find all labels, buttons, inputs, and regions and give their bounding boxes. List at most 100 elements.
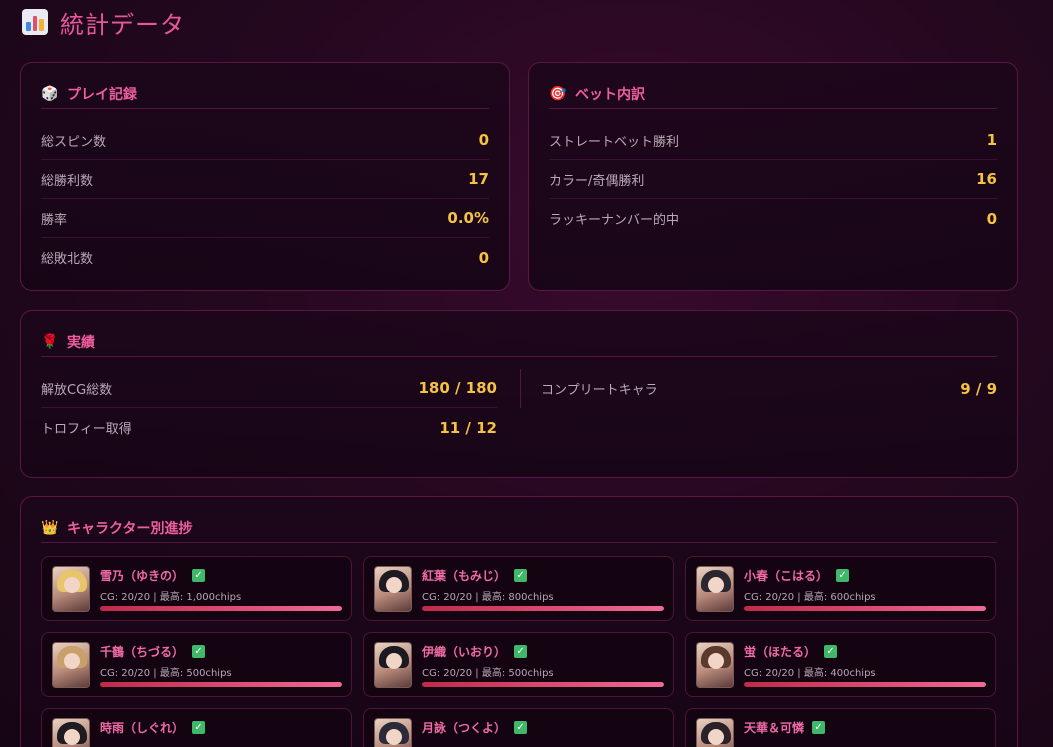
character-avatar xyxy=(696,718,734,747)
play-record-title: プレイ記録 xyxy=(67,86,137,103)
character-card[interactable]: 紅葉（もみじ） ✓ CG: 20/20 | 最高: 800chips xyxy=(363,556,674,621)
character-card[interactable]: 月詠（つくよ） ✓ xyxy=(363,708,674,747)
stat-label: ラッキーナンバー的中 xyxy=(549,213,680,228)
character-avatar xyxy=(374,642,412,688)
stat-value: 9 / 9 xyxy=(960,379,997,398)
character-name: 月詠（つくよ） xyxy=(422,720,507,735)
character-name-row: 蛍（ほたる） ✓ xyxy=(744,642,838,660)
character-progress-card: 👑 キャラクター別進捗 雪乃（ゆきの） ✓ CG: 20/20 | 最高: 1,00… xyxy=(20,496,1018,747)
stat-row-win-rate: 勝率 0.0% xyxy=(41,199,489,238)
stat-value: 11 / 12 xyxy=(439,418,497,437)
stat-row-total-wins: 総勝利数 17 xyxy=(41,160,489,199)
stat-row-straight-bet-wins: ストレートベット勝利 1 xyxy=(549,121,997,160)
stat-value: 180 / 180 xyxy=(418,379,497,397)
avatar-face xyxy=(708,729,724,745)
character-name-row: 小春（こはる） ✓ xyxy=(744,566,850,584)
stat-value: 17 xyxy=(468,170,489,188)
character-progress-title: キャラクター別進捗 xyxy=(67,520,193,537)
stat-label: 総敗北数 xyxy=(41,252,94,267)
character-avatar xyxy=(374,718,412,747)
character-stats: CG: 20/20 | 最高: 800chips xyxy=(422,592,554,603)
stat-value: 0 xyxy=(986,209,997,228)
complete-check-icon: ✓ xyxy=(192,644,206,658)
play-record-card: 🎲 プレイ記録 総スピン数 0 総勝利数 17 勝率 0.0% 総敗北数 0 xyxy=(20,62,510,291)
character-name-row: 時雨（しぐれ） ✓ xyxy=(100,718,206,736)
stat-label: 解放CG総数 xyxy=(41,382,113,398)
character-name-row: 伊織（いおり） ✓ xyxy=(422,642,528,660)
character-name: 雪乃（ゆきの） xyxy=(100,568,185,583)
bar-chart-icon xyxy=(22,9,48,35)
character-stats: CG: 20/20 | 最高: 600chips xyxy=(744,592,876,603)
dice-icon: 🎲 xyxy=(41,85,59,102)
avatar-face xyxy=(708,653,724,669)
stat-row-total-losses: 総敗北数 0 xyxy=(41,238,489,277)
character-name-row: 雪乃（ゆきの） ✓ xyxy=(100,566,206,584)
stat-value: 0 xyxy=(478,131,489,149)
character-card[interactable]: 時雨（しぐれ） ✓ xyxy=(41,708,352,747)
character-card[interactable]: 千鶴（ちづる） ✓ CG: 20/20 | 最高: 500chips xyxy=(41,632,352,697)
progress-bar xyxy=(744,682,986,687)
stat-label: コンプリートキャラ xyxy=(541,383,658,398)
bet-breakdown-card: 🎯 ベット内訳 ストレートベット勝利 1 カラー/奇偶勝利 16 ラッキーナンバ… xyxy=(528,62,1018,291)
character-avatar xyxy=(696,566,734,612)
stat-value: 0.0% xyxy=(447,209,489,227)
progress-bar-fill xyxy=(100,606,342,611)
character-name-row: 紅葉（もみじ） ✓ xyxy=(422,566,528,584)
progress-bar xyxy=(422,682,664,687)
complete-check-icon: ✓ xyxy=(514,644,528,658)
character-card[interactable]: 小春（こはる） ✓ CG: 20/20 | 最高: 600chips xyxy=(685,556,996,621)
character-card[interactable]: 伊織（いおり） ✓ CG: 20/20 | 最高: 500chips xyxy=(363,632,674,697)
character-card[interactable]: 蛍（ほたる） ✓ CG: 20/20 | 最高: 400chips xyxy=(685,632,996,697)
character-avatar xyxy=(52,642,90,688)
stat-label: トロフィー取得 xyxy=(41,422,132,437)
rose-icon: 🌹 xyxy=(41,333,59,350)
stat-row-unlocked-cg: 解放CG総数 180 / 180 xyxy=(41,369,497,408)
character-card[interactable]: 雪乃（ゆきの） ✓ CG: 20/20 | 最高: 1,000chips xyxy=(41,556,352,621)
play-record-header: 🎲 プレイ記録 xyxy=(41,79,489,109)
stat-label: ストレートベット勝利 xyxy=(549,134,680,150)
progress-bar xyxy=(422,606,664,611)
progress-bar-fill xyxy=(100,682,342,687)
page-title-text: 統計データ xyxy=(60,10,185,39)
page-title: 統計データ xyxy=(22,6,185,39)
progress-bar xyxy=(100,682,342,687)
character-stats: CG: 20/20 | 最高: 400chips xyxy=(744,668,876,679)
column-divider xyxy=(520,369,521,408)
stat-row-total-spins: 総スピン数 0 xyxy=(41,121,489,160)
achievements-header: 🌹 実績 xyxy=(41,327,997,357)
character-name: 小春（こはる） xyxy=(744,568,829,583)
complete-check-icon: ✓ xyxy=(192,720,206,734)
character-name-row: 千鶴（ちづる） ✓ xyxy=(100,642,206,660)
stat-row-trophies: トロフィー取得 11 / 12 xyxy=(41,408,497,447)
avatar-face xyxy=(386,653,402,669)
character-stats: CG: 20/20 | 最高: 500chips xyxy=(100,668,232,679)
avatar-face xyxy=(64,577,80,593)
achievements-card: 🌹 実績 解放CG総数 180 / 180 トロフィー取得 11 / 12 コン… xyxy=(20,310,1018,478)
bet-breakdown-header: 🎯 ベット内訳 xyxy=(549,79,997,109)
complete-check-icon: ✓ xyxy=(824,644,838,658)
progress-bar-fill xyxy=(744,606,986,611)
stat-row-complete-characters: コンプリートキャラ 9 / 9 xyxy=(541,369,997,408)
progress-bar xyxy=(100,606,342,611)
complete-check-icon: ✓ xyxy=(192,568,206,582)
character-name-row: 天華＆可憐 ✓ xyxy=(744,718,826,736)
character-card[interactable]: 天華＆可憐 ✓ xyxy=(685,708,996,747)
avatar-face xyxy=(708,577,724,593)
stat-label: 勝率 xyxy=(41,212,68,228)
achievements-title: 実績 xyxy=(67,334,95,351)
stat-value: 0 xyxy=(478,248,489,267)
avatar-face xyxy=(64,653,80,669)
character-avatar xyxy=(52,718,90,747)
progress-bar xyxy=(744,606,986,611)
character-name: 伊織（いおり） xyxy=(422,644,507,659)
stats-page: 統計データ 🎲 プレイ記録 総スピン数 0 総勝利数 17 勝率 0.0% 総敗… xyxy=(0,0,1053,747)
avatar-face xyxy=(386,729,402,745)
avatar-face xyxy=(386,577,402,593)
character-progress-header: 👑 キャラクター別進捗 xyxy=(41,513,997,543)
character-name: 蛍（ほたる） xyxy=(744,644,817,659)
character-avatar xyxy=(696,642,734,688)
progress-bar-fill xyxy=(422,682,664,687)
character-avatar xyxy=(374,566,412,612)
complete-check-icon: ✓ xyxy=(514,720,528,734)
target-icon: 🎯 xyxy=(549,85,567,102)
